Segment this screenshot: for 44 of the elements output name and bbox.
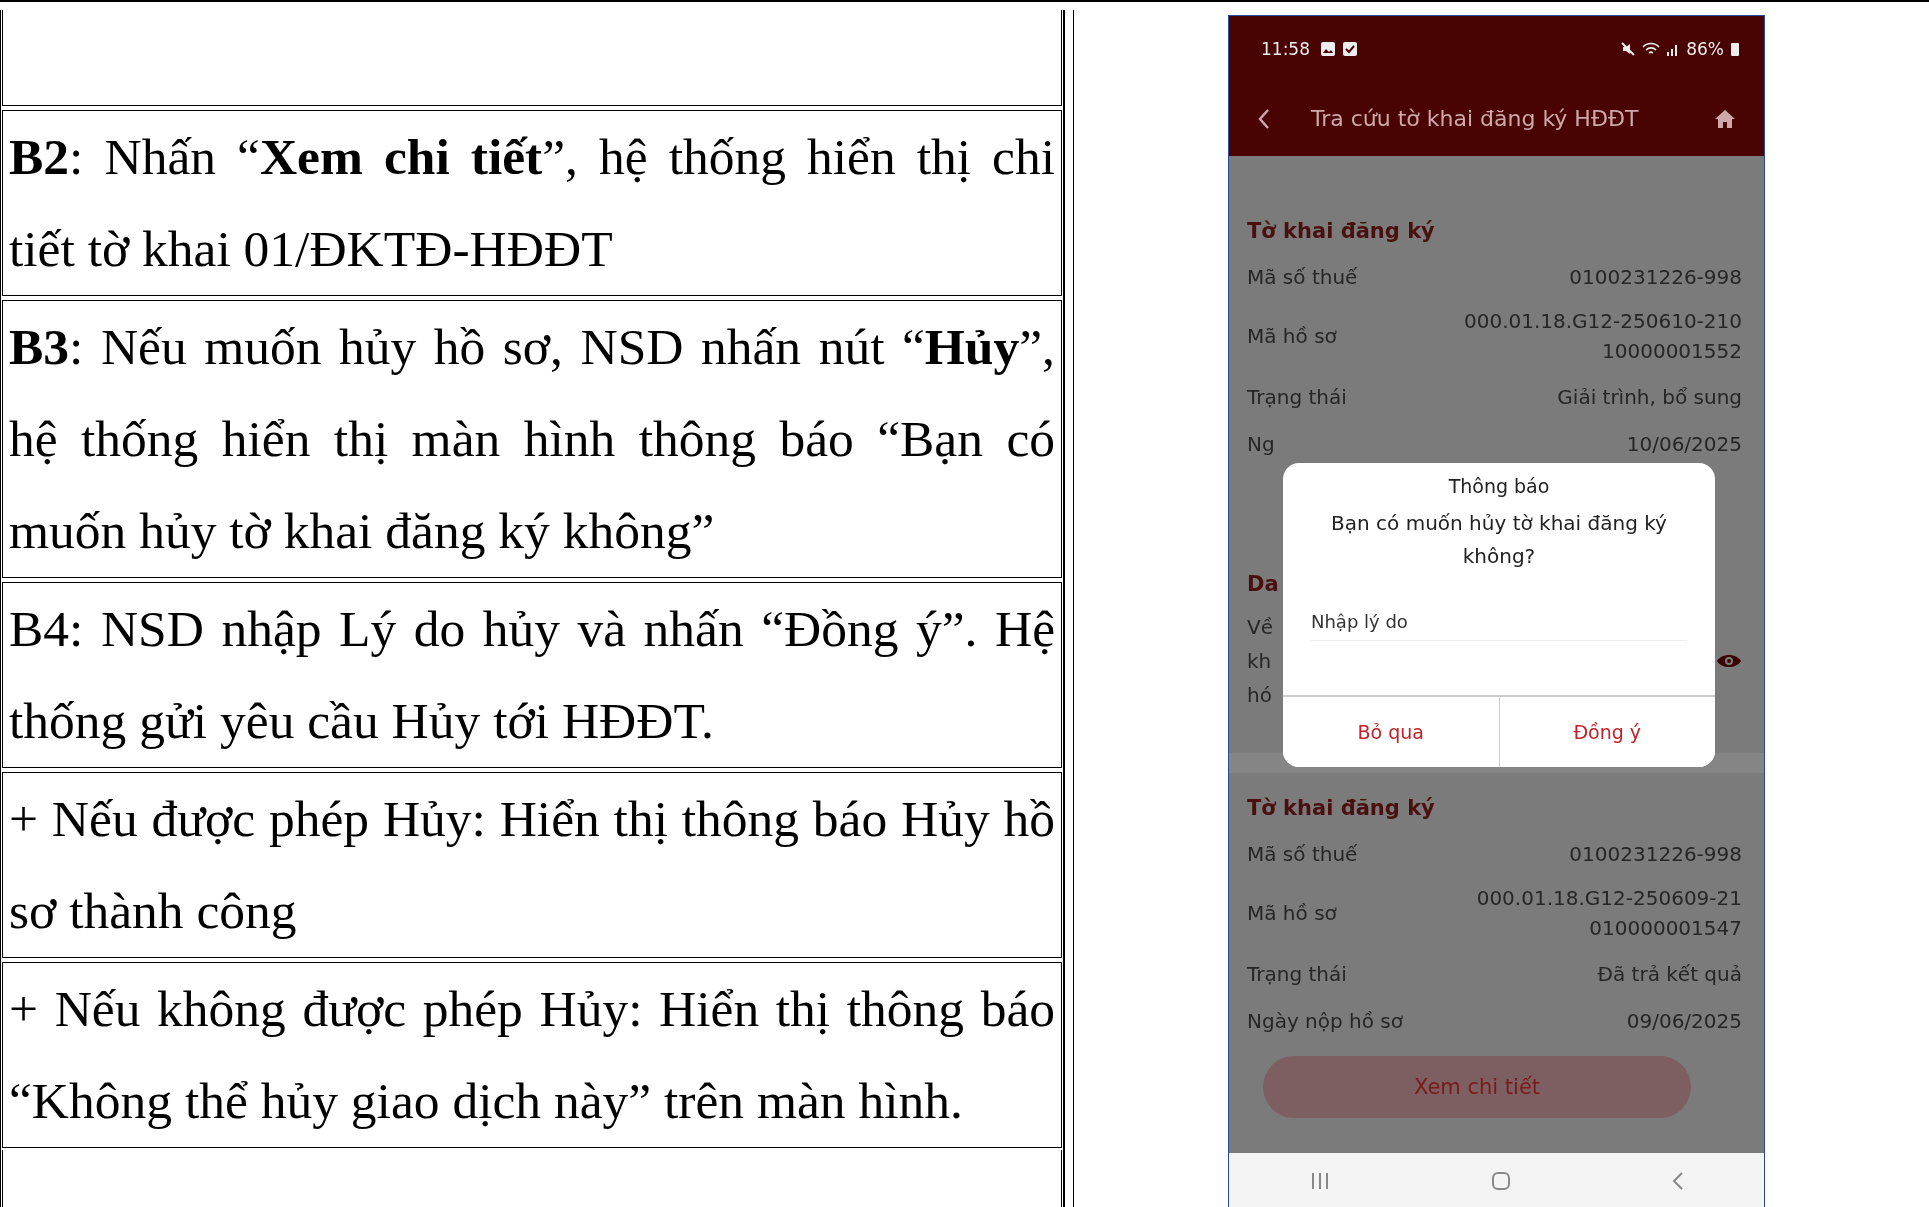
field-label: Mã hồ sơ: [1247, 324, 1337, 348]
field-label: Mã số thuế: [1247, 265, 1358, 289]
screen-title: Tra cứu tờ khai đăng ký HĐĐT: [1311, 106, 1640, 131]
step-text: + Nếu không được phép Hủy: Hiển thị thông báo “Không thể hủy giao dịch này” trên màn hình.: [9, 979, 1055, 1131]
step-text: B4: NSD nhập Lý do hủy và nhấn “Đồng ý”. Hệ thống gửi yêu cầu Hủy tới HĐĐT.: [9, 599, 1055, 751]
status-time: 11:58: [1261, 38, 1310, 59]
back-icon[interactable]: [1671, 1171, 1684, 1191]
dialog-button[interactable]: Đồng ý: [1498, 697, 1715, 767]
mute-icon: [1620, 40, 1637, 57]
section-title: Tờ khai đăng ký: [1247, 795, 1436, 822]
field-label: Ngày nộp hồ sơ: [1247, 1009, 1403, 1033]
field-value: 000.01.18.G12-250610-210 10000001552: [1463, 308, 1742, 365]
dialog-message: Bạn có muốn hủy tờ khai đăng ký không?: [1330, 510, 1668, 570]
field-value: 09/06/2025: [1626, 1008, 1742, 1035]
section-title: Tờ khai đăng ký: [1247, 218, 1436, 245]
field-value: Giải trình, bổ sung: [1557, 384, 1742, 411]
field-label: Mã số thuế: [1247, 842, 1358, 866]
recent-apps-icon[interactable]: [1309, 1172, 1330, 1190]
section-title: Da: [1247, 571, 1280, 598]
field-label: Trạng thái: [1247, 962, 1347, 986]
battery-icon: [1730, 40, 1740, 57]
field-label: Mã hồ sơ: [1247, 901, 1337, 925]
list-text: kh: [1247, 649, 1272, 673]
field-value: Đã trả kết quả: [1597, 961, 1742, 988]
field-value: 0100231226-998: [1569, 841, 1742, 868]
image-icon: [1320, 40, 1336, 57]
back-icon[interactable]: [1257, 107, 1271, 130]
check-icon: [1342, 40, 1358, 57]
field-label: Trạng thái: [1247, 385, 1347, 409]
field-value: 0100231226-998: [1569, 264, 1742, 291]
list-text: Về: [1247, 615, 1273, 639]
battery-percent: 86%: [1686, 38, 1724, 59]
dialog-title: Thông báo: [1448, 475, 1550, 497]
list-text: hó: [1247, 683, 1272, 707]
step-text: + Nếu được phép Hủy: Hiển thị thông báo Hủy hồ sơ thành công: [9, 789, 1055, 941]
step-text: B2: Nhấn “Xem chi tiết”, hệ thống hiển thị chi tiết tờ khai 01/ĐKTĐ-HĐĐT: [9, 127, 1055, 279]
field-label: Ng: [1247, 432, 1275, 456]
eye-icon[interactable]: [1716, 653, 1742, 669]
home-icon[interactable]: [1714, 108, 1736, 129]
step-text: B3: Nếu muốn hủy hồ sơ, NSD nhấn nút “Hủy”, hệ thống hiển thị màn hình thông báo “Bạn có muốn hủy tờ khai đăng ký không”: [9, 317, 1055, 561]
field-value: 000.01.18.G12-250609-21 010000001547: [1476, 885, 1742, 942]
field-value: 10/06/2025: [1626, 431, 1742, 458]
wifi-icon: [1642, 40, 1661, 57]
home-button-icon[interactable]: [1490, 1171, 1511, 1191]
